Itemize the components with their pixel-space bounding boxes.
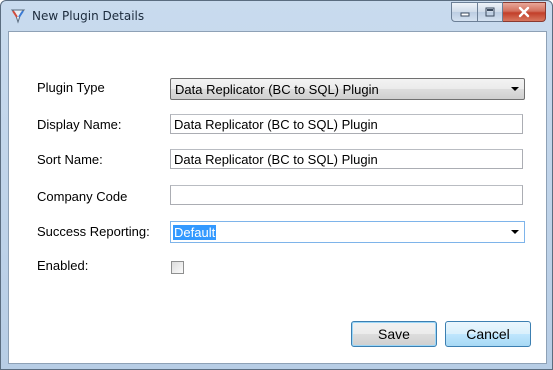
cancel-button[interactable]: Cancel bbox=[445, 321, 531, 347]
plugin-type-label: Plugin Type bbox=[37, 80, 105, 95]
maximize-button[interactable] bbox=[478, 2, 503, 22]
close-button[interactable] bbox=[503, 2, 546, 22]
title-bar[interactable]: New Plugin Details bbox=[1, 1, 552, 31]
display-name-label: Display Name: bbox=[37, 117, 122, 132]
success-reporting-selected-text: Default bbox=[173, 225, 217, 240]
enabled-label: Enabled: bbox=[37, 258, 89, 273]
dialog-client-area: Plugin Type Data Replicator (BC to SQL) … bbox=[8, 31, 547, 364]
enabled-checkbox[interactable] bbox=[171, 261, 184, 274]
minimize-icon bbox=[460, 12, 469, 17]
plugin-type-value: Data Replicator (BC to SQL) Plugin bbox=[175, 82, 379, 97]
dialog-window: New Plugin Details Plugin Type Data Repl… bbox=[0, 0, 553, 370]
company-code-field[interactable] bbox=[170, 185, 523, 205]
close-icon bbox=[518, 6, 530, 18]
plugin-type-dropdown[interactable]: Data Replicator (BC to SQL) Plugin bbox=[170, 78, 525, 100]
plugin-app-icon[interactable] bbox=[10, 8, 26, 24]
save-button[interactable]: Save bbox=[351, 321, 437, 347]
company-code-label: Company Code bbox=[37, 189, 128, 204]
chevron-down-icon bbox=[511, 230, 519, 234]
sort-name-field[interactable]: Data Replicator (BC to SQL) Plugin bbox=[170, 149, 523, 169]
chevron-down-icon bbox=[511, 87, 519, 91]
caption-buttons bbox=[451, 2, 546, 22]
success-reporting-value: Default bbox=[173, 225, 217, 240]
minimize-button[interactable] bbox=[451, 2, 478, 22]
display-name-field[interactable]: Data Replicator (BC to SQL) Plugin bbox=[170, 114, 523, 134]
sort-name-label: Sort Name: bbox=[37, 152, 103, 167]
maximize-icon bbox=[485, 7, 495, 17]
window-title: New Plugin Details bbox=[32, 9, 145, 23]
success-reporting-label: Success Reporting: bbox=[37, 224, 150, 239]
success-reporting-dropdown[interactable]: Default bbox=[170, 221, 525, 243]
